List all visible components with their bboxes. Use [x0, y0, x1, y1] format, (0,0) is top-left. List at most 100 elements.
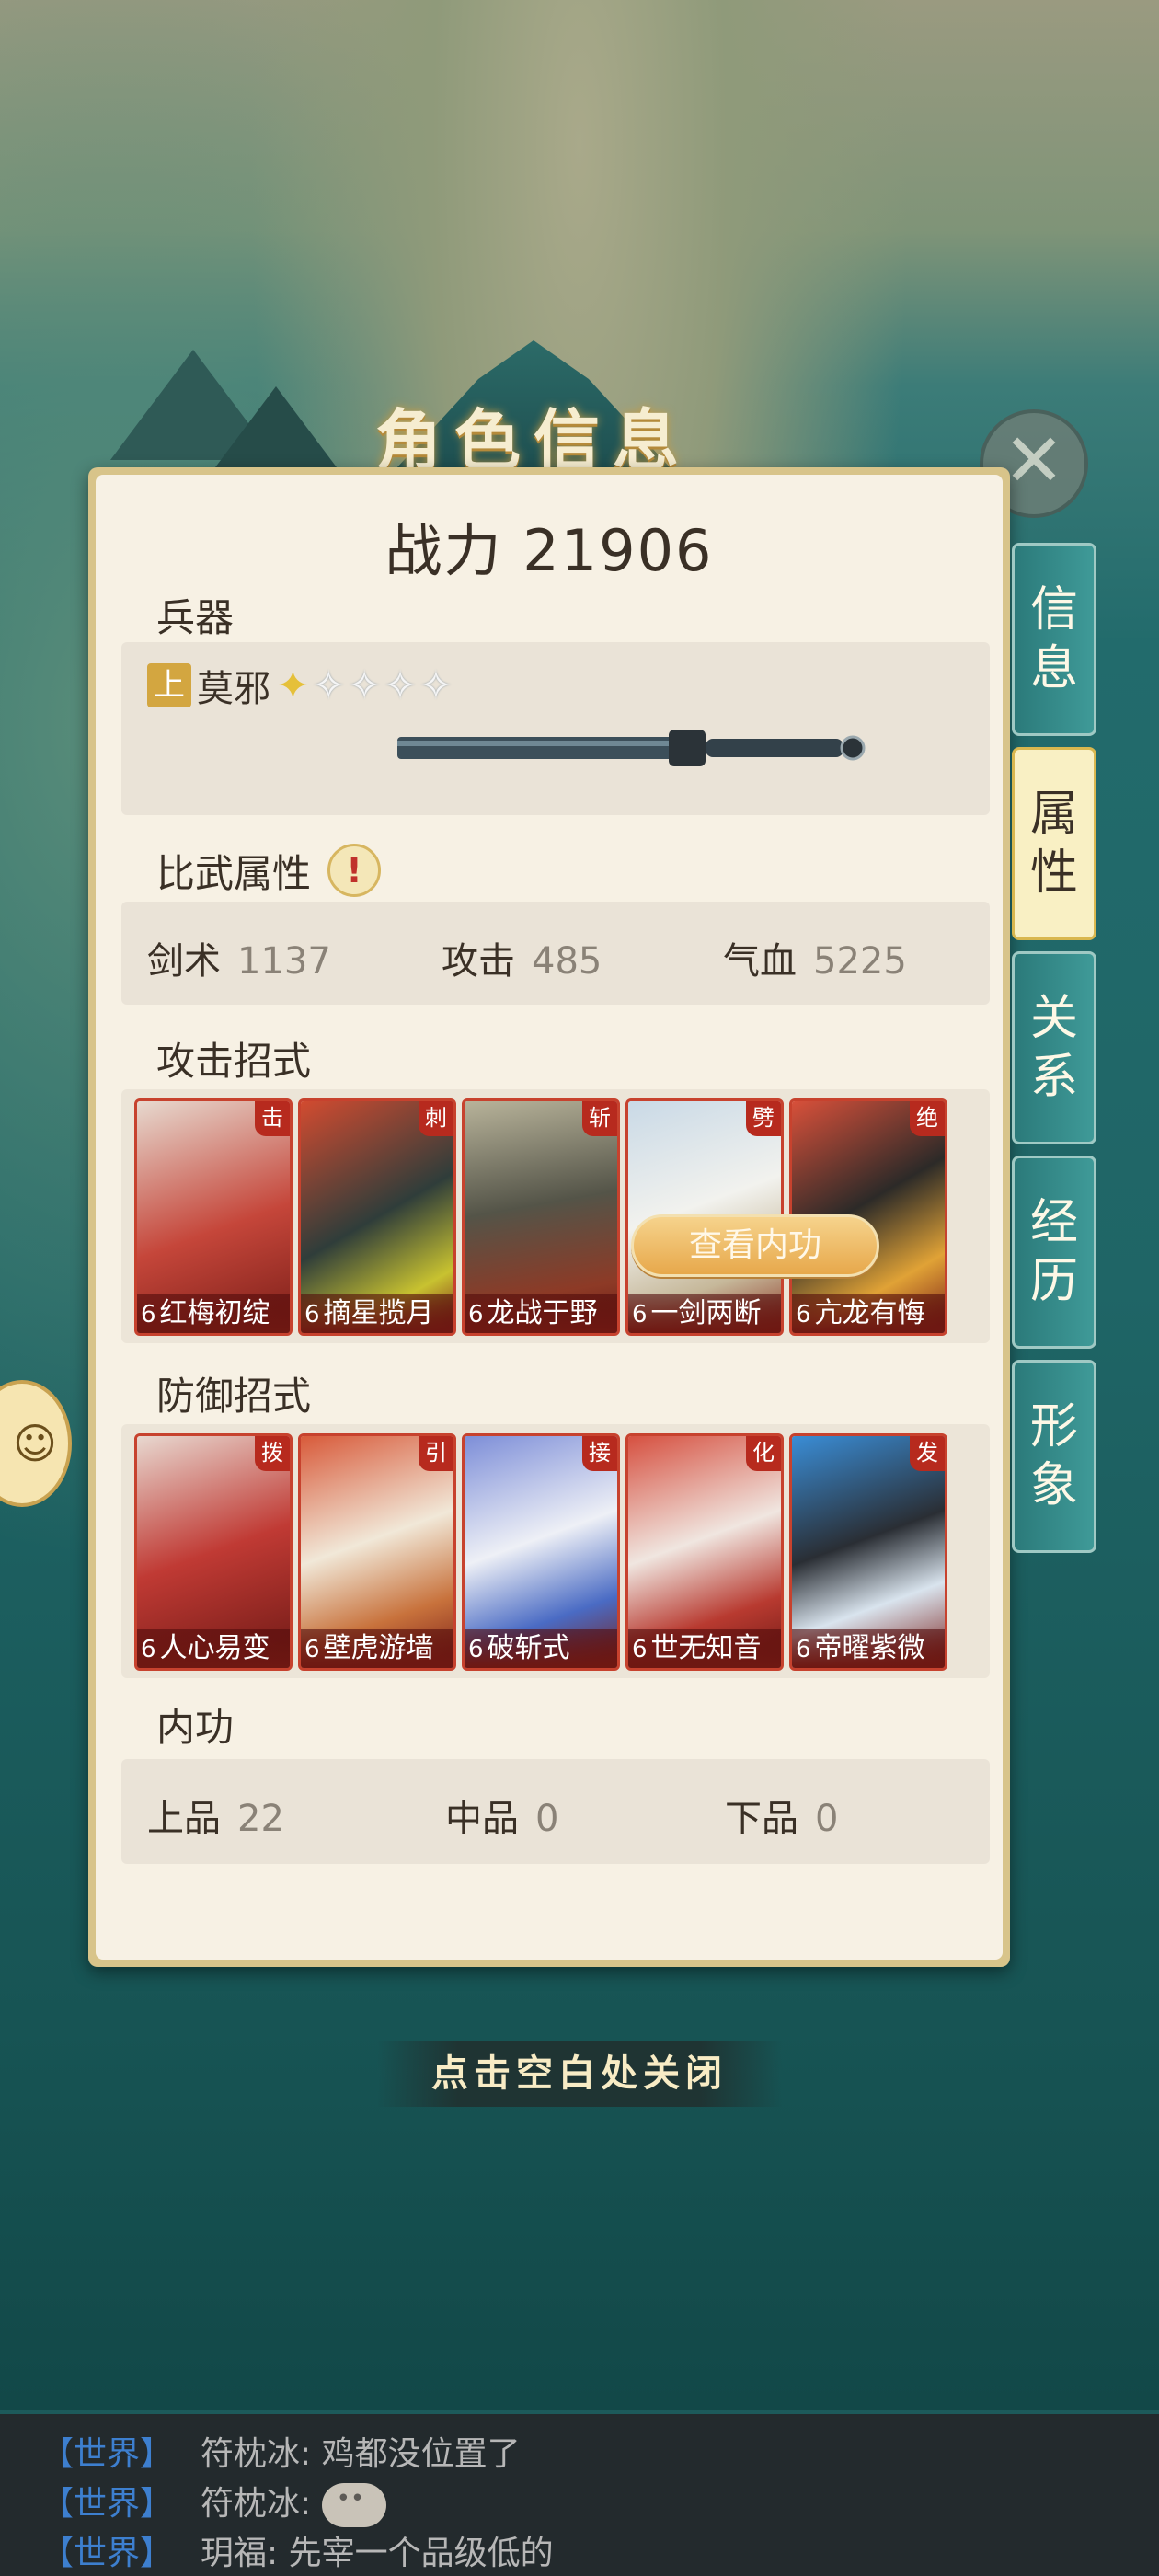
stat-label: 上品 [147, 1798, 221, 1840]
tab-info[interactable]: 信息 [1012, 543, 1096, 736]
tab-label: 信 [1029, 582, 1078, 638]
move-type-tag: 拨 [255, 1436, 290, 1471]
exclamation-icon[interactable]: ! [327, 844, 382, 897]
stat-value: 0 [535, 1798, 559, 1840]
move-level: 6 [304, 1301, 320, 1328]
chat-panel[interactable]: 【世界】符枕冰: 鸡都没位置了 【世界】符枕冰: 【世界】玥福: 先宰一个品级低… [0, 2414, 1159, 2576]
close-hint[interactable]: 点击空白处关闭 [377, 2041, 782, 2107]
move-type-tag: 引 [419, 1436, 453, 1471]
move-name-bar: 6 壁虎游墙 [301, 1629, 453, 1668]
move-card[interactable]: 化 6 世无知音 [625, 1433, 784, 1671]
move-level: 6 [796, 1636, 811, 1663]
chat-text: 符枕冰: [201, 2485, 322, 2523]
sword-edge [397, 741, 673, 746]
star-empty-icon: ✧ [347, 661, 384, 709]
stat-label: 下品 [725, 1798, 798, 1840]
section-label: 防御招式 [129, 1365, 433, 1429]
combat-power: 战力 21906 [384, 517, 714, 584]
move-name: 人心易变 [159, 1632, 270, 1664]
move-name-bar: 6 亢龙有悔 [792, 1294, 945, 1333]
move-level: 6 [468, 1636, 484, 1663]
stat-label: 气血 [723, 940, 797, 983]
move-card[interactable]: 拨 6 人心易变 [134, 1433, 293, 1671]
defense-moves-box: 拨 6 人心易变 引 6 壁虎游墙 接 6 破斩式 化 6 世无知音 发 6 帝… [121, 1424, 990, 1678]
stat-attack: 攻击 485 [442, 931, 602, 984]
duel-stats-box: 剑术 1137 攻击 485 气血 5225 [121, 902, 990, 1005]
title-banner: 角色信息 [276, 340, 791, 479]
chat-message: 【世界】 玥福: 先宰一个品级低的 [40, 2526, 554, 2574]
move-card[interactable]: 引 6 壁虎游墙 [298, 1433, 456, 1671]
move-card[interactable]: 刺 6 摘星揽月 [298, 1098, 456, 1336]
stat-value: 5225 [813, 940, 907, 983]
stat-label: 攻击 [442, 940, 515, 983]
defense-cards: 拨 6 人心易变 引 6 壁虎游墙 接 6 破斩式 化 6 世无知音 发 6 帝… [134, 1433, 947, 1671]
view-neigong-button[interactable]: 查看内功 [631, 1214, 879, 1277]
move-card[interactable]: 接 6 破斩式 [462, 1433, 620, 1671]
move-type-tag: 发 [910, 1436, 945, 1471]
panel-content: 战力 21906 兵器 上 莫邪 ✦✧✧✧✧ 比武属性 ! 剑术 1137 攻击… [96, 475, 1003, 1960]
move-name: 帝曜紫微 [814, 1632, 925, 1664]
stat-value: 0 [815, 1798, 839, 1840]
move-name-bar: 6 摘星揽月 [301, 1294, 453, 1333]
stat-value: 485 [532, 940, 602, 983]
move-type-tag: 接 [582, 1436, 617, 1471]
tab-label: 关 [1029, 991, 1078, 1046]
neigong-mid: 中品 0 [445, 1788, 558, 1842]
tab-attributes[interactable]: 属性 [1012, 747, 1096, 940]
move-type-tag: 斩 [582, 1101, 617, 1136]
chat-channel: 【世界】 [40, 2435, 174, 2473]
move-card[interactable]: 击 6 红梅初绽 [134, 1098, 293, 1336]
move-level: 6 [141, 1636, 156, 1663]
chat-text: 符枕冰: 鸡都没位置了 [201, 2435, 521, 2473]
move-name: 世无知音 [650, 1632, 762, 1664]
star-empty-icon: ✧ [383, 661, 419, 709]
stat-swordsmanship: 剑术 1137 [147, 931, 331, 984]
move-name: 一剑两断 [650, 1297, 762, 1329]
move-name: 亢龙有悔 [814, 1297, 925, 1329]
move-type-tag: 绝 [910, 1101, 945, 1136]
move-type-tag: 刺 [419, 1101, 453, 1136]
star-rating: ✦✧✧✧✧ [276, 662, 454, 709]
tab-appearance[interactable]: 形象 [1012, 1360, 1096, 1553]
section-header-neigong: 内功 [129, 1696, 433, 1760]
tab-label: 属 [1029, 787, 1078, 842]
sword-hilt [706, 739, 843, 757]
star-empty-icon: ✧ [419, 661, 455, 709]
chat-text: 玥福: 先宰一个品级低的 [201, 2535, 554, 2572]
move-level: 6 [632, 1301, 648, 1328]
move-type-tag: 击 [255, 1101, 290, 1136]
tab-label: 象 [1029, 1458, 1078, 1513]
section-label: 内功 [129, 1696, 433, 1760]
emoji-sticker-icon [321, 2483, 386, 2527]
move-type-tag: 化 [746, 1436, 781, 1471]
chat-message: 【世界】 符枕冰: [40, 2477, 386, 2527]
weapon-name: 莫邪 [197, 668, 270, 710]
chat-icon: ☺ [13, 1419, 57, 1468]
stat-label: 剑术 [147, 940, 221, 983]
move-level: 6 [141, 1301, 156, 1328]
tab-label: 经 [1029, 1195, 1078, 1250]
weapon-box[interactable]: 上 莫邪 ✦✧✧✧✧ [121, 642, 990, 815]
move-name: 龙战于野 [487, 1297, 598, 1329]
tab-relations[interactable]: 关系 [1012, 951, 1096, 1144]
chat-channel: 【世界】 [40, 2535, 174, 2572]
grade-badge: 上 [147, 663, 191, 707]
sword-blade [397, 737, 673, 759]
stat-hp: 气血 5225 [723, 931, 907, 984]
weapon-row: 上 莫邪 ✦✧✧✧✧ [147, 659, 454, 712]
move-name-bar: 6 破斩式 [465, 1629, 617, 1668]
move-level: 6 [632, 1636, 648, 1663]
move-card[interactable]: 斩 6 龙战于野 [462, 1098, 620, 1336]
section-header-duel-stats: 比武属性 ! [129, 843, 433, 906]
move-name-bar: 6 龙战于野 [465, 1294, 617, 1333]
star-filled-icon: ✦ [276, 661, 312, 709]
move-level: 6 [468, 1301, 484, 1328]
move-level: 6 [796, 1301, 811, 1328]
move-card[interactable]: 发 6 帝曜紫微 [789, 1433, 947, 1671]
chat-message: 【世界】 符枕冰: 鸡都没位置了 [40, 2427, 521, 2475]
tab-experience[interactable]: 经历 [1012, 1156, 1096, 1349]
neigong-box: 上品 22 中品 0 下品 0 [121, 1759, 990, 1864]
section-label: 兵器 [129, 587, 433, 650]
neigong-low: 下品 0 [725, 1788, 838, 1842]
move-name-bar: 6 一剑两断 [628, 1294, 781, 1333]
